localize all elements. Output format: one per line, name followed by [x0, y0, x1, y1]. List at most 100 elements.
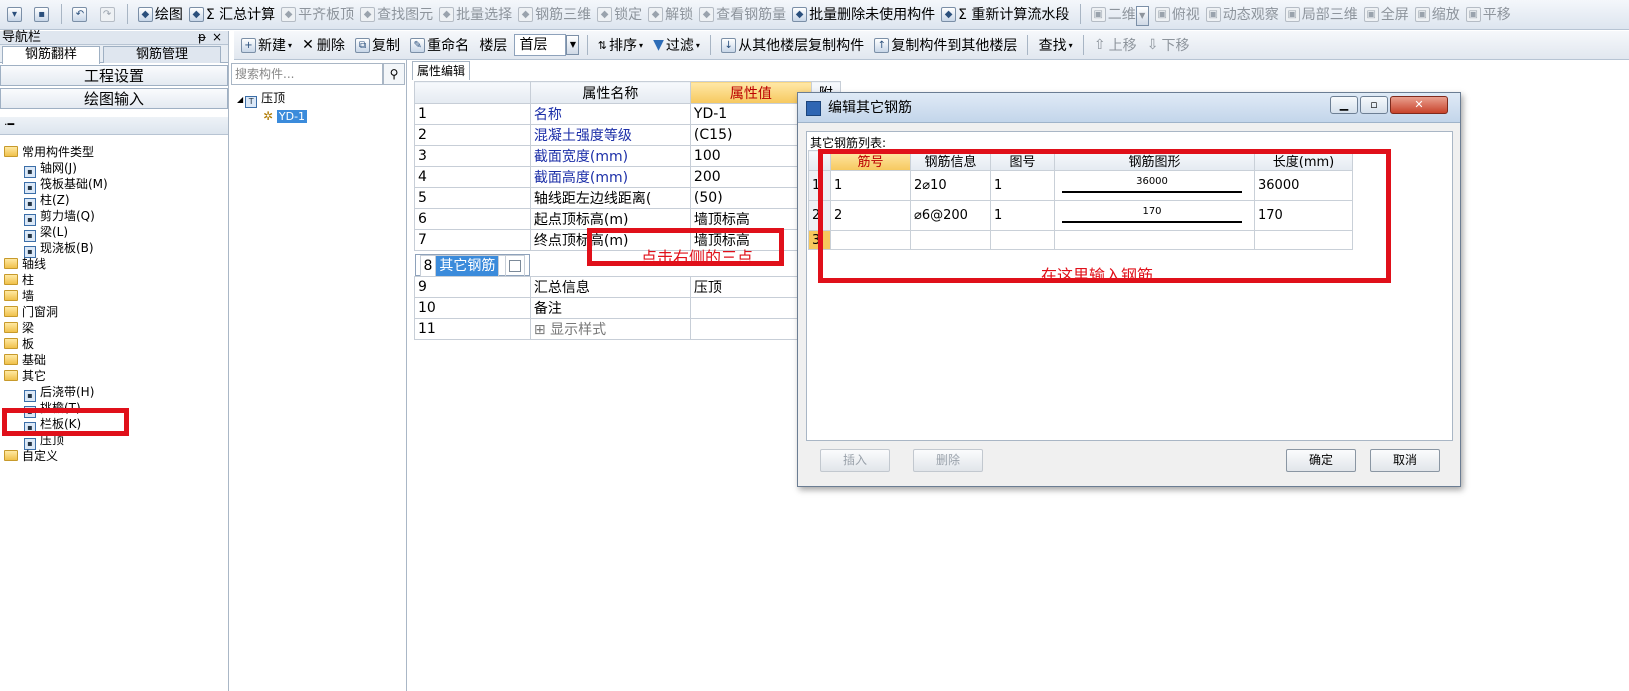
property-value[interactable]: 压顶	[689, 276, 812, 298]
property-row[interactable]: 10 备注	[414, 297, 841, 319]
tree-item[interactable]: ▪ 剪力墙(Q)	[0, 208, 229, 226]
new-button[interactable]: + 新建 ▾	[238, 31, 295, 59]
folder-icon	[4, 322, 18, 333]
property-value[interactable]: 墙顶标高	[689, 208, 812, 230]
property-value[interactable]: 100	[689, 145, 812, 167]
ok-button[interactable]: 确定	[1286, 449, 1356, 472]
copy-button[interactable]: ⧉ 复制	[352, 31, 403, 59]
view-button-6[interactable]: ▣ 平移	[1463, 0, 1514, 28]
tab-rebar-management[interactable]: 钢筋管理	[103, 46, 221, 63]
delete-button[interactable]: ✕ 删除	[299, 31, 348, 59]
toolbar-button-3[interactable]: ◆ 查找图元	[357, 0, 436, 28]
view-button-2[interactable]: ▣ 动态观察	[1203, 0, 1282, 28]
tree-item[interactable]: ▪ 筏板基础(M)	[0, 176, 229, 194]
tree-folder[interactable]: 常用构件类型	[0, 144, 229, 160]
toolbar-button-1[interactable]: ◆ Σ 汇总计算	[186, 0, 278, 28]
property-row[interactable]: 1 名称 YD-1	[414, 103, 841, 125]
toolbar-button-10[interactable]: ◆ Σ 重新计算流水段	[938, 0, 1072, 28]
property-value[interactable]	[689, 297, 812, 319]
view-button-1[interactable]: ▣ 俯视	[1152, 0, 1203, 28]
move-down-button[interactable]: ⇩ 下移	[1144, 31, 1193, 59]
view-button-label: 动态观察	[1222, 7, 1279, 23]
find-button[interactable]: 查找 ▾	[1036, 31, 1076, 59]
property-value[interactable]: YD-1	[689, 103, 812, 125]
project-settings-button[interactable]: 工程设置	[0, 65, 228, 86]
copy-to-floor-button[interactable]: ↑ 复制构件到其他楼层	[871, 31, 1020, 59]
save-button[interactable]: ▪	[31, 0, 54, 28]
tab-rebar-layout[interactable]: 钢筋翻样	[2, 46, 100, 64]
floor-select[interactable]: 首层	[514, 34, 567, 56]
tree-item[interactable]: ▪ 轴网(J)	[0, 160, 229, 178]
property-row[interactable]: 5 轴线距左边线距离((50)	[414, 187, 841, 209]
close-button[interactable]: ✕	[1390, 96, 1448, 114]
property-row[interactable]: 3 截面宽度(mm) 100	[414, 145, 841, 167]
tree-node-root[interactable]: ◢ T 压顶	[237, 90, 307, 108]
sort-button[interactable]: ⇅ 排序 ▾	[595, 31, 646, 59]
tree-item[interactable]: ▪ 后浇带(H)	[0, 384, 229, 402]
tree-item[interactable]: ▪ 柱(Z)	[0, 192, 229, 210]
row-number: 6	[414, 208, 531, 230]
copy-from-floor-button[interactable]: ↓ 从其他楼层复制构件	[718, 31, 867, 59]
toolbar-button-2[interactable]: ◆ 平齐板顶	[278, 0, 357, 28]
tree-item[interactable]: ▪ 梁(L)	[0, 224, 229, 242]
property-row[interactable]: 6 起点顶标高(m) 墙顶标高	[414, 208, 841, 230]
insert-button[interactable]: 插入	[820, 449, 890, 472]
expand-icon[interactable]: ⊞	[534, 322, 550, 338]
toolbar-button-0[interactable]: ◆ 绘图	[135, 0, 186, 28]
delete-row-button[interactable]: 删除	[913, 449, 983, 472]
view-button-4[interactable]: ▣ 全屏	[1361, 0, 1412, 28]
pin-icon[interactable]: ᵽ	[198, 31, 206, 44]
tree-folder[interactable]: 基础	[0, 352, 229, 368]
maximize-button[interactable]: ▫	[1360, 96, 1388, 114]
property-row[interactable]: 11 ⊞ 显示样式	[414, 318, 841, 340]
tree-node-label: YD-1	[276, 110, 308, 123]
redo-button[interactable]: ↷	[97, 0, 120, 28]
view-button-5[interactable]: ▣ 缩放	[1412, 0, 1463, 28]
chevron-down-icon[interactable]: ▼	[1135, 6, 1149, 26]
tree-folder[interactable]: 墙	[0, 288, 229, 304]
collapse-icon[interactable]: ·━	[4, 118, 14, 131]
view-button-3[interactable]: ▣ 局部三维	[1282, 0, 1361, 28]
tree-item[interactable]: ▪ 现浇板(B)	[0, 240, 229, 258]
search-input[interactable]: 搜索构件...	[231, 63, 383, 85]
rename-button[interactable]: ✎ 重命名	[407, 31, 472, 59]
search-icon[interactable]: ⚲	[383, 63, 405, 85]
toolbar-button-8[interactable]: ◆ 查看钢筋量	[696, 0, 789, 28]
open-file-button[interactable]: ▾	[4, 0, 27, 28]
filter-button[interactable]: ▼ 过滤 ▾	[650, 31, 703, 59]
tree-folder[interactable]: 自定义	[0, 448, 229, 464]
view-button-0[interactable]: ▣ 二维 ▼	[1088, 0, 1152, 28]
toolbar-button-7[interactable]: ◆ 解锁	[645, 0, 696, 28]
property-row[interactable]: 2 混凝土强度等级 (C15)	[414, 124, 841, 146]
tree-folder[interactable]: 梁	[0, 320, 229, 336]
property-row[interactable]: 9 汇总信息 压顶	[414, 276, 841, 298]
chevron-down-icon[interactable]: ▼	[566, 35, 580, 55]
property-row[interactable]: 8 其它钢筋	[414, 254, 531, 277]
collapse-icon[interactable]: ◢	[237, 95, 243, 104]
move-up-button[interactable]: ⇧ 上移	[1091, 31, 1140, 59]
tree-folder[interactable]: 柱	[0, 272, 229, 288]
toolbar-button-4[interactable]: ◆ 批量选择	[436, 0, 515, 28]
property-value[interactable]: (50)	[689, 187, 812, 209]
tab-property-edit[interactable]: 属性编辑	[412, 61, 470, 80]
tree-folder[interactable]: 板	[0, 336, 229, 352]
property-value[interactable]: 200	[689, 166, 812, 188]
property-value[interactable]	[498, 255, 507, 277]
property-value[interactable]: (C15)	[689, 124, 812, 146]
attached-checkbox[interactable]	[509, 260, 522, 272]
row-number: 10	[414, 297, 531, 319]
toolbar-button-5[interactable]: ◆ 钢筋三维	[515, 0, 594, 28]
close-icon[interactable]: ×	[212, 31, 222, 44]
tree-folder[interactable]: 其它	[0, 368, 229, 384]
tree-folder[interactable]: 门窗洞	[0, 304, 229, 320]
undo-button[interactable]: ↶	[69, 0, 92, 28]
toolbar-button-6[interactable]: ◆ 锁定	[594, 0, 645, 28]
tree-folder[interactable]: 轴线	[0, 256, 229, 272]
cancel-button[interactable]: 取消	[1370, 449, 1440, 472]
drawing-input-button[interactable]: 绘图输入	[0, 88, 228, 109]
property-row[interactable]: 4 截面高度(mm) 200	[414, 166, 841, 188]
minimize-button[interactable]: ▁	[1330, 96, 1358, 114]
toolbar-button-9[interactable]: ◆ 批量删除未使用构件	[789, 0, 938, 28]
property-value[interactable]	[689, 318, 812, 340]
tree-node-child[interactable]: ✲ YD-1	[237, 108, 308, 125]
